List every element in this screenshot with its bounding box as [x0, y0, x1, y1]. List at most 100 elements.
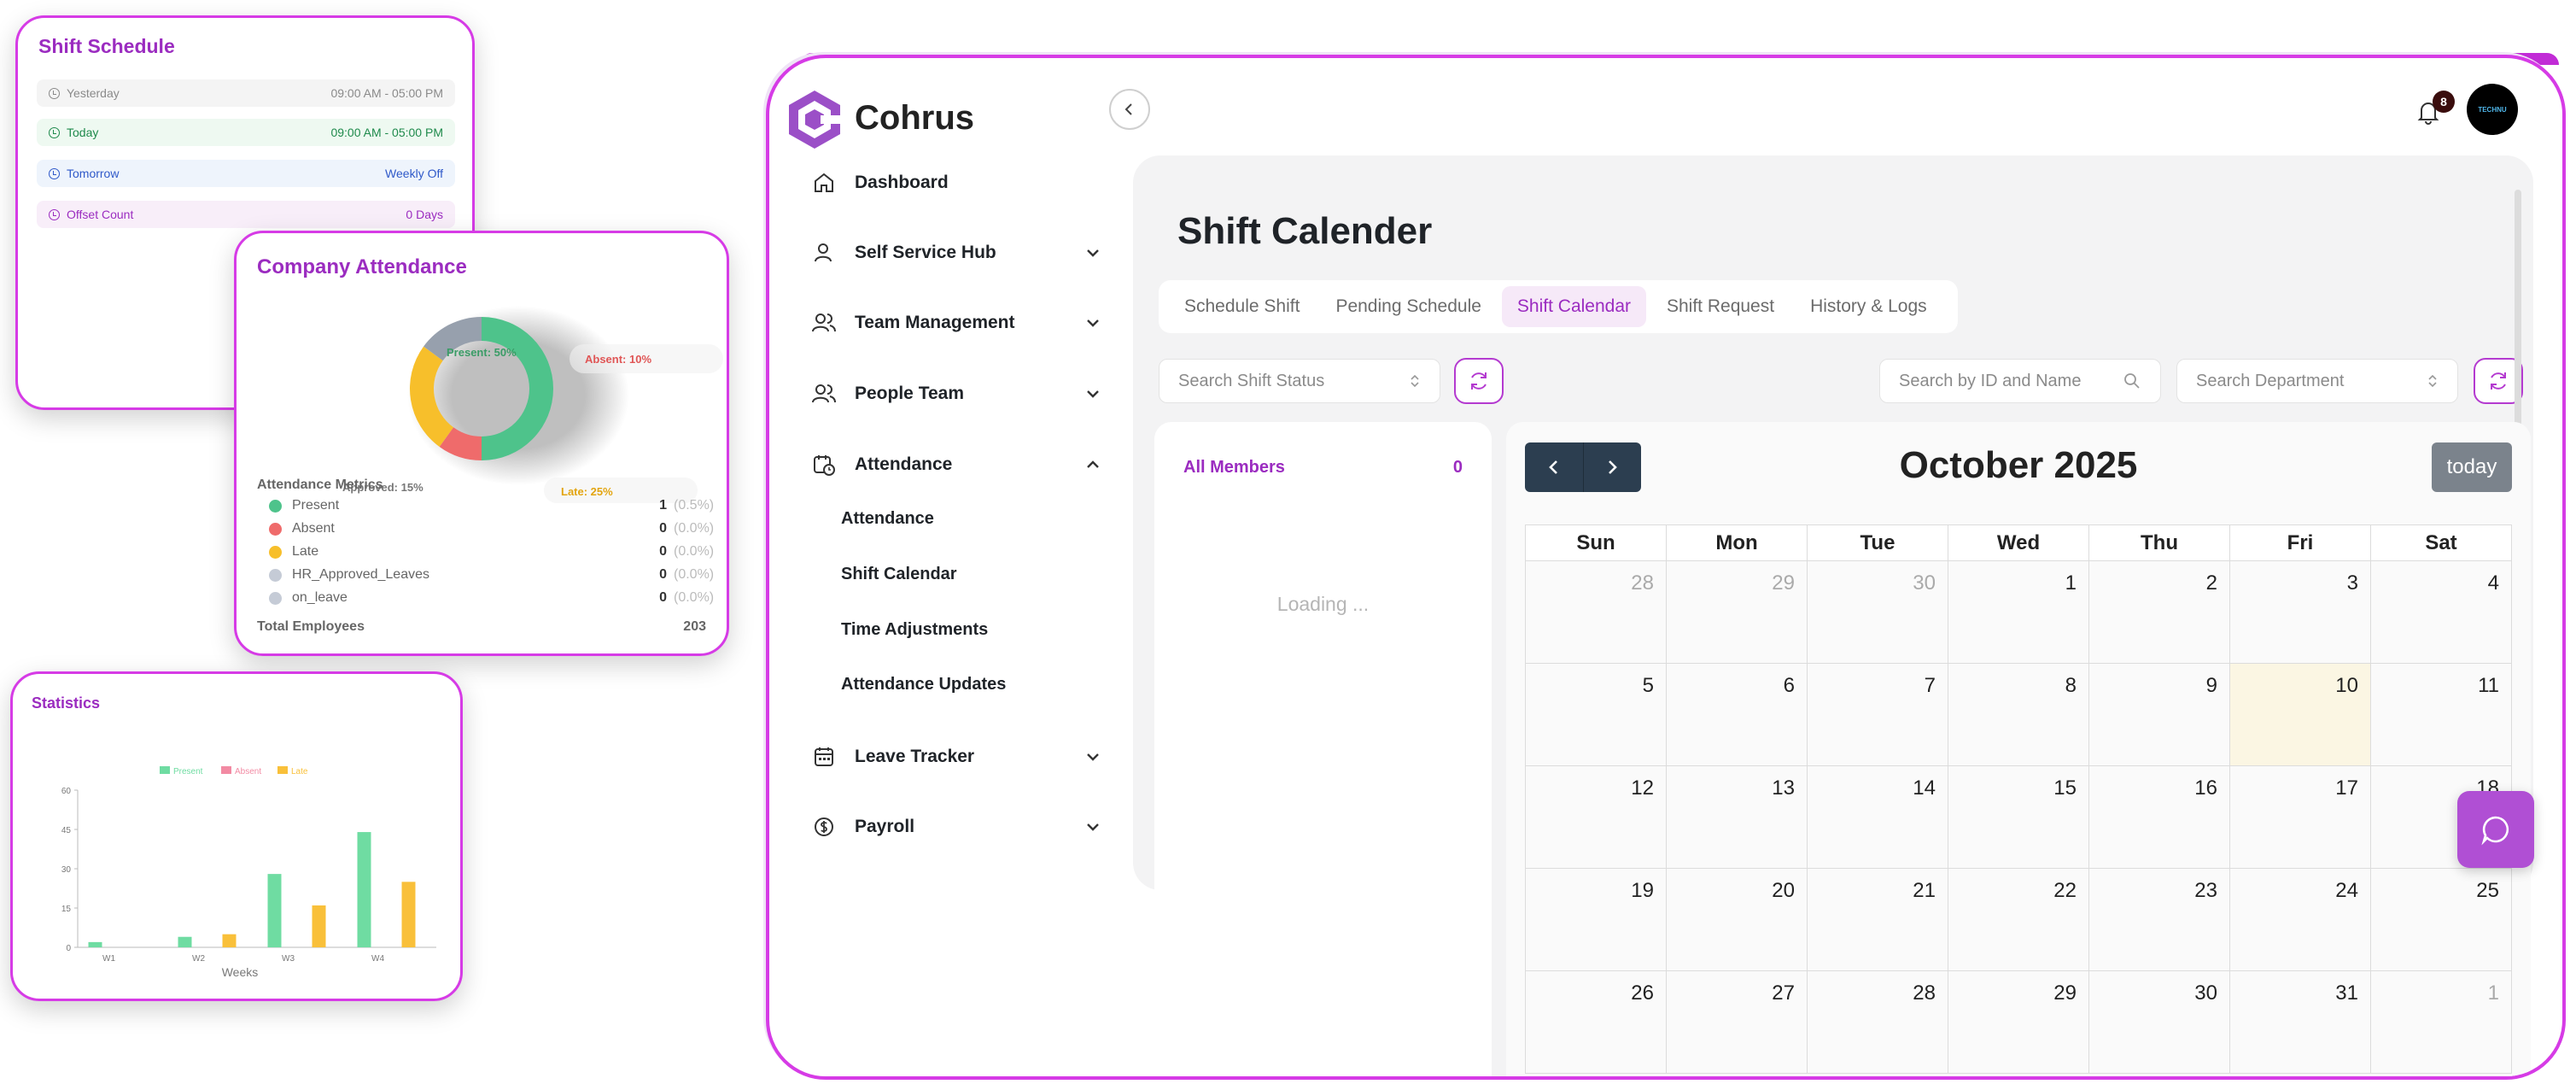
- sidebar-item-label: Payroll: [855, 817, 915, 836]
- clock-icon: [49, 167, 60, 179]
- chevron-down-icon: [1087, 390, 1099, 398]
- calendar-day-cell[interactable]: 12: [1525, 765, 1667, 869]
- calendar-day-cell[interactable]: 20: [1666, 868, 1808, 971]
- cohrus-logo-icon: [789, 91, 841, 149]
- sidebar-item-attendance[interactable]: Attendance: [812, 448, 1102, 482]
- calendar-day-cell[interactable]: 31: [2229, 970, 2371, 1074]
- metric-value: 1: [659, 498, 667, 513]
- sidebar-subitem-shift-calendar[interactable]: Shift Calendar: [841, 565, 957, 584]
- loading-text: Loading ...: [1276, 593, 1370, 615]
- legend-dot: [269, 568, 282, 582]
- calendar-day-cell[interactable]: 9: [2088, 663, 2230, 766]
- sidebar-item-label: Self Service Hub: [855, 243, 996, 262]
- weekday-header: Tue: [1807, 524, 1948, 561]
- attendance-metric-row: Late 0 (0.0%): [269, 544, 714, 560]
- refresh-status-button[interactable]: [1454, 358, 1504, 404]
- calendar-day-cell[interactable]: 29: [1666, 560, 1808, 664]
- schedule-label-text: Tomorrow: [67, 167, 120, 180]
- schedule-row-value: Weekly Off: [385, 167, 443, 180]
- legend-label: Late: [291, 767, 308, 776]
- tab-history-logs[interactable]: History & Logs: [1795, 286, 1942, 327]
- sidebar-subitem-attendance-updates[interactable]: Attendance Updates: [841, 675, 1006, 694]
- sidebar-item-people-team[interactable]: People Team: [812, 377, 1102, 411]
- weekday-header: Mon: [1666, 524, 1808, 561]
- calendar-day-cell[interactable]: 7: [1807, 663, 1948, 766]
- calendar-day-cell[interactable]: 10: [2229, 663, 2371, 766]
- schedule-row-value: 09:00 AM - 05:00 PM: [330, 126, 443, 139]
- sidebar-item-label: People Team: [855, 384, 964, 403]
- notification-button[interactable]: 8: [2414, 91, 2455, 128]
- search-id-name-input[interactable]: Search by ID and Name: [1879, 359, 2161, 403]
- sidebar-item-payroll[interactable]: Payroll: [812, 810, 1102, 844]
- attendance-metric-row: on_leave 0 (0.0%): [269, 590, 714, 606]
- shift-status-select[interactable]: Search Shift Status: [1159, 359, 1440, 403]
- calendar-day-cell[interactable]: 23: [2088, 868, 2230, 971]
- metric-value: 0: [659, 567, 667, 582]
- y-tick-label: 0: [66, 944, 71, 953]
- sidebar-item-dashboard[interactable]: Dashboard: [812, 166, 1102, 200]
- calendar-day-cell[interactable]: 15: [1948, 765, 2089, 869]
- sidebar-item-team-management[interactable]: Team Management: [812, 306, 1102, 340]
- calendar-day-cell[interactable]: 13: [1666, 765, 1808, 869]
- refresh-icon: [1471, 372, 1487, 390]
- tab-pending-schedule[interactable]: Pending Schedule: [1320, 286, 1496, 327]
- y-tick-label: 45: [61, 826, 72, 835]
- metrics-title: Attendance Metrics: [257, 478, 383, 492]
- calendar-day-cell[interactable]: 8: [1948, 663, 2089, 766]
- notification-badge: 8: [2433, 91, 2455, 113]
- collapse-sidebar-button[interactable]: [1109, 89, 1150, 130]
- avatar-text: TECHNU: [2478, 105, 2507, 114]
- calendar-day-cell[interactable]: 30: [1807, 560, 1948, 664]
- bar-present-w4: [357, 832, 371, 947]
- schedule-row-label: Today: [49, 126, 330, 139]
- calendar-day-cell[interactable]: 6: [1666, 663, 1808, 766]
- schedule-label-text: Offset Count: [67, 208, 134, 221]
- calendar-day-cell[interactable]: 19: [1525, 868, 1667, 971]
- calendar-day-cell[interactable]: 4: [2370, 560, 2512, 664]
- calendar-day-cell[interactable]: 30: [2088, 970, 2230, 1074]
- tab-shift-calendar[interactable]: Shift Calendar: [1501, 286, 1646, 327]
- sidebar-item-leave-tracker[interactable]: Leave Tracker: [812, 740, 1102, 774]
- calendar-day-cell[interactable]: 24: [2229, 868, 2371, 971]
- sidebar-subitem-attendance[interactable]: Attendance: [841, 509, 934, 529]
- calendar-day-cell[interactable]: 17: [2229, 765, 2371, 869]
- calendar-day-cell[interactable]: 26: [1525, 970, 1667, 1074]
- calendar-day-cell[interactable]: 1: [2370, 970, 2512, 1074]
- metric-name: Present: [292, 498, 340, 513]
- calendar-day-cell[interactable]: 21: [1807, 868, 1948, 971]
- calendar-day-cell[interactable]: 14: [1807, 765, 1948, 869]
- calendar-day-cell[interactable]: 1: [1948, 560, 2089, 664]
- sidebar-subitem-time-adjustments[interactable]: Time Adjustments: [841, 620, 988, 640]
- calendar-day-cell[interactable]: 11: [2370, 663, 2512, 766]
- bar-late-w3: [312, 905, 326, 947]
- y-tick-label: 30: [61, 865, 72, 875]
- legend-dot: [269, 591, 282, 605]
- calendar-day-cell[interactable]: 2: [2088, 560, 2230, 664]
- schedule-label-text: Yesterday: [67, 86, 120, 100]
- calendar-day-cell[interactable]: 5: [1525, 663, 1667, 766]
- avatar[interactable]: TECHNU: [2467, 84, 2518, 135]
- calendar-day-cell[interactable]: 3: [2229, 560, 2371, 664]
- calendar-day-cell[interactable]: 27: [1666, 970, 1808, 1074]
- all-members-label[interactable]: All Members: [1183, 458, 1285, 478]
- calendar-day-cell[interactable]: 29: [1948, 970, 2089, 1074]
- dollar-circle-icon: [812, 815, 836, 839]
- clock-icon: [49, 87, 60, 99]
- calendar-day-cell[interactable]: 28: [1525, 560, 1667, 664]
- y-tick-label: 15: [61, 905, 72, 914]
- sidebar-item-label: Dashboard: [855, 173, 949, 192]
- sidebar-item-self-service-hub[interactable]: Self Service Hub: [812, 236, 1102, 270]
- calendar-day-cell[interactable]: 22: [1948, 868, 2089, 971]
- calendar-icon: [812, 745, 836, 769]
- today-button[interactable]: today: [2432, 442, 2512, 492]
- tab-shift-request[interactable]: Shift Request: [1651, 286, 1790, 327]
- chat-button[interactable]: [2457, 791, 2534, 868]
- calendar-day-cell[interactable]: 28: [1807, 970, 1948, 1074]
- shift-calendar: October 2025 today Sun Mon Tue Wed Thu Fri Sat…: [1506, 422, 2531, 1076]
- calendar-day-cell[interactable]: 25: [2370, 868, 2512, 971]
- schedule-row-label: Yesterday: [49, 86, 330, 100]
- metric-percent: (0.5%): [674, 498, 715, 513]
- department-select[interactable]: Search Department: [2176, 359, 2458, 403]
- calendar-day-cell[interactable]: 16: [2088, 765, 2230, 869]
- tab-schedule-shift[interactable]: Schedule Shift: [1169, 286, 1315, 327]
